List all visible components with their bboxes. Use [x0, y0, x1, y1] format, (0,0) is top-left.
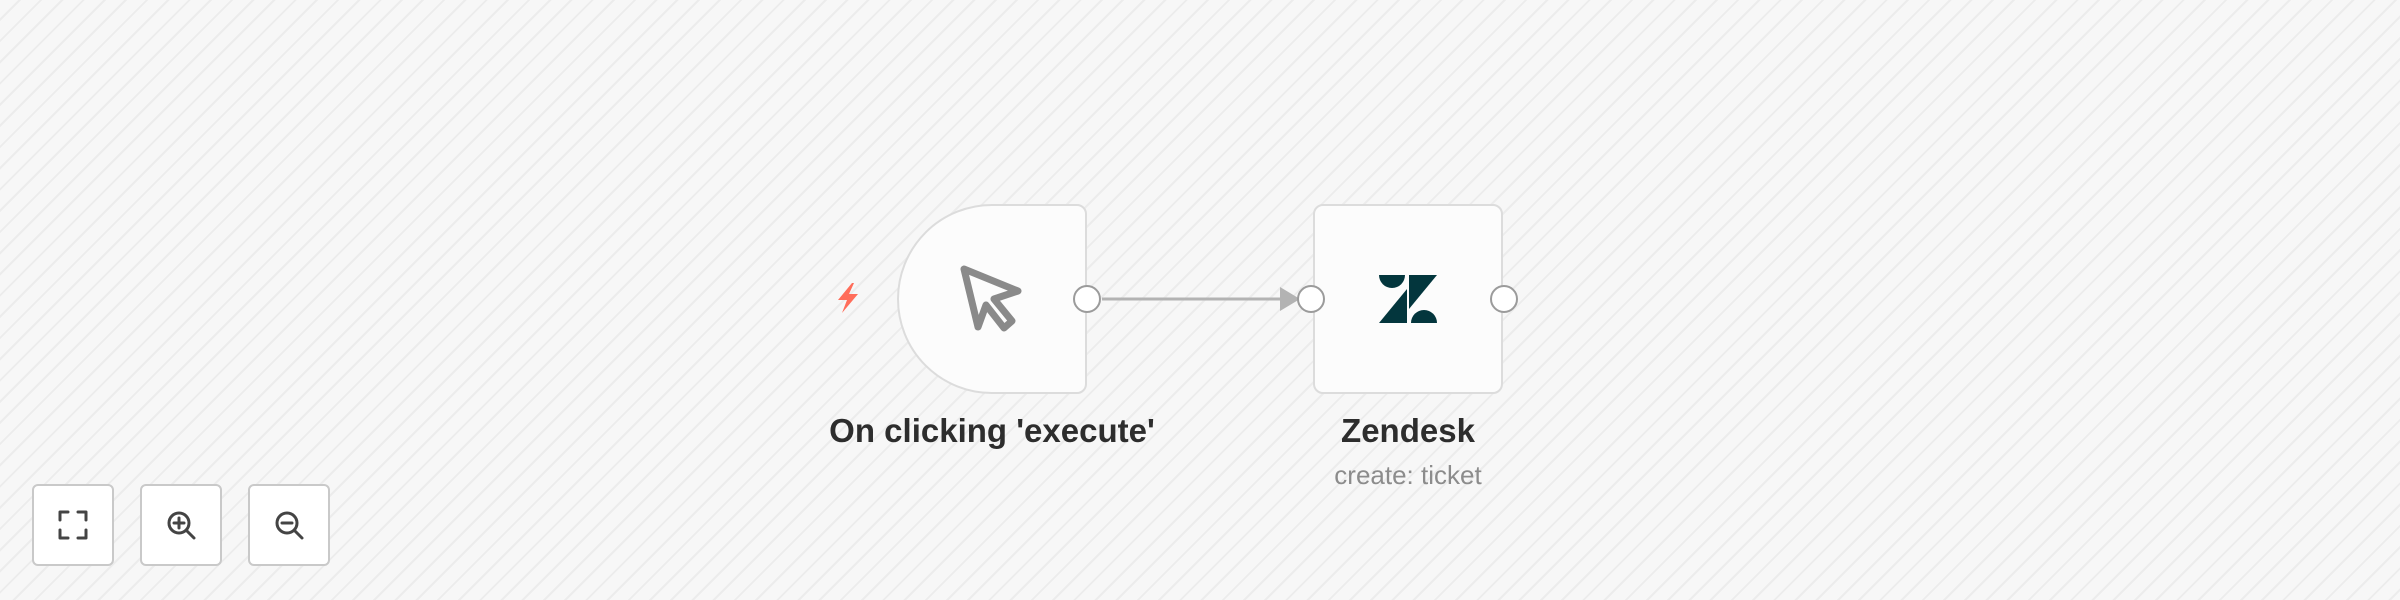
zendesk-input-handle[interactable]	[1297, 285, 1325, 313]
zendesk-node-subtitle: create: ticket	[1334, 460, 1482, 490]
zendesk-logo-icon	[1379, 275, 1437, 323]
zendesk-node[interactable]	[1313, 204, 1503, 394]
cursor-arrow-icon	[960, 265, 1022, 332]
connections-layer	[1102, 287, 1300, 311]
zendesk-node-title: Zendesk	[1341, 412, 1475, 449]
lightning-bolt-icon	[838, 283, 858, 313]
fit-to-view-icon	[58, 510, 88, 540]
trigger-node-title: On clicking 'execute'	[829, 412, 1155, 449]
zoom-in-button[interactable]	[140, 484, 222, 566]
zendesk-output-handle[interactable]	[1490, 285, 1518, 313]
workflow-canvas[interactable]: On clicking 'execute' Zendesk create: ti…	[0, 0, 2400, 600]
fit-view-button[interactable]	[32, 484, 114, 566]
zoom-controls	[32, 484, 330, 566]
zoom-out-icon	[275, 511, 304, 540]
zoom-in-icon	[167, 511, 196, 540]
connection-trigger-to-zendesk[interactable]	[1102, 287, 1300, 311]
zoom-out-button[interactable]	[248, 484, 330, 566]
trigger-node-manual[interactable]	[897, 204, 1087, 394]
trigger-output-handle[interactable]	[1073, 285, 1101, 313]
